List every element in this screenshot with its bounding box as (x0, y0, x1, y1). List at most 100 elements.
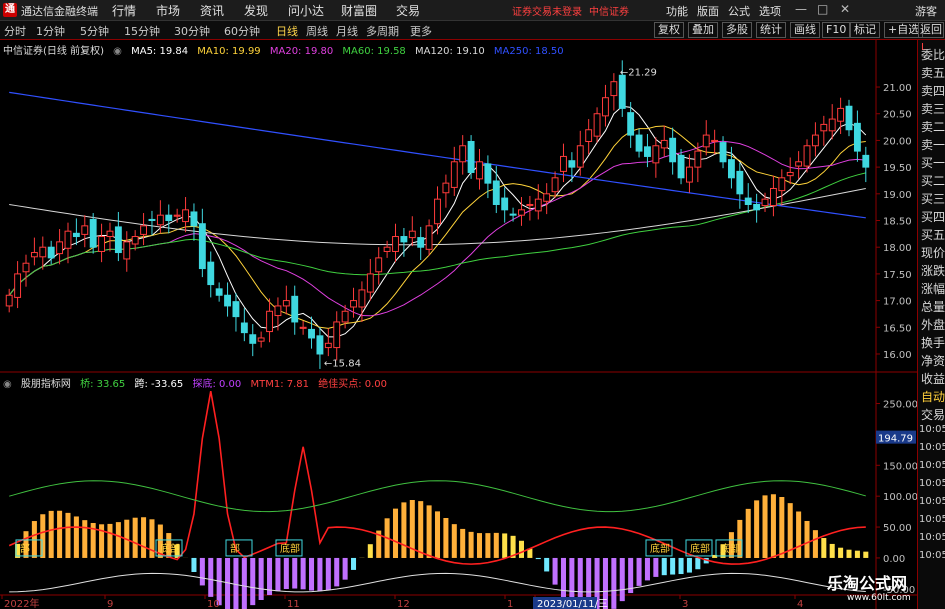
auto-toggle[interactable]: 自动 (921, 388, 945, 405)
kline-chart[interactable]: ←21.29 ←15.84 21.00 20.50 20.00 19.50 19.00 18… (0, 40, 917, 609)
tick-time: 10:05 (919, 532, 945, 543)
order-item-buy5: 买五 (921, 228, 945, 242)
candle-body (484, 163, 492, 184)
menu-item-xuanxiang[interactable]: 选项 (759, 3, 781, 19)
period-multi[interactable]: 多周期 (366, 23, 399, 39)
period-weekly[interactable]: 周线 (306, 23, 328, 39)
indicator-settings-icon[interactable]: ◉ (3, 379, 12, 390)
candle-body (249, 334, 257, 344)
order-item-sell1: 卖一 (921, 138, 945, 152)
indicator-legend: ◉ 股朋指标网 桥: 33.65 跨: -33.65 探底: 0.00 MTM1… (3, 375, 393, 390)
trade-tab[interactable]: 交易 (921, 406, 945, 423)
candle-body (316, 335, 324, 355)
candle-body (114, 226, 122, 254)
candle-body (190, 211, 198, 227)
broker-name[interactable]: 中信证券 (589, 3, 629, 18)
close-icon[interactable]: ✕ (840, 2, 850, 16)
minimize-icon[interactable]: — (795, 2, 807, 16)
x-tick-label: 12 (397, 599, 410, 609)
candle-body (257, 337, 265, 342)
period-1min[interactable]: 1分钟 (36, 23, 65, 39)
candle-body (753, 203, 761, 211)
period-5min[interactable]: 5分钟 (80, 23, 109, 39)
candle-body (408, 230, 416, 239)
signal-label: 部 (230, 542, 240, 555)
trade-login-warning[interactable]: 证券交易未登录 (512, 3, 582, 18)
candle-body (106, 230, 114, 238)
menu-item-banmian[interactable]: 版面 (697, 3, 719, 19)
ma250-label: MA250: 18.50 (493, 46, 564, 57)
period-30min[interactable]: 30分钟 (174, 23, 210, 39)
period-daily[interactable]: 日线 (276, 23, 298, 39)
candle-body (392, 236, 399, 252)
candle-body (467, 140, 475, 173)
order-item-buy4: 买四 (921, 210, 945, 224)
price-tick-label: 19.50 (883, 163, 912, 174)
candle-body (308, 328, 315, 339)
user-guest[interactable]: 游客 (915, 3, 937, 19)
menu-item-gongshi[interactable]: 公式 (728, 3, 750, 19)
menu-item-wenxiaoda[interactable]: 问小达 (288, 2, 324, 19)
ind-tick-label: 100.00 (883, 492, 917, 503)
ma120-label: MA120: 19.10 (414, 46, 485, 57)
mark-button[interactable]: 标记 (850, 22, 880, 38)
candle-body (182, 209, 189, 223)
candle-body (123, 241, 131, 260)
quote-volume: 总量 (921, 300, 945, 314)
period-60min[interactable]: 60分钟 (224, 23, 260, 39)
candle-body (350, 300, 357, 308)
period-more[interactable]: 更多 (410, 23, 432, 39)
fuquan-button[interactable]: 复权 (654, 22, 684, 38)
f10-button[interactable]: F10 (822, 22, 851, 38)
candle-body (81, 225, 89, 235)
candle-body (677, 154, 685, 179)
x-tick-label: 2022年 (4, 597, 39, 609)
candle-body (30, 252, 38, 258)
quote-turnover: 换手 (921, 336, 945, 350)
quote-side-panel: L 委比 卖五 卖四 卖三 卖二 卖一 买一 买二 买三 买四 买五 现价 涨跌… (917, 40, 945, 609)
tick-time: 10:05 (919, 442, 945, 453)
menu-item-gongneng[interactable]: 功能 (666, 3, 688, 19)
candle-body (719, 142, 727, 163)
x-tick-label: 4 (797, 599, 803, 609)
ma5-label: MA5: 19.84 (131, 46, 189, 57)
menu-item-faxian[interactable]: 发现 (244, 2, 268, 19)
maximize-icon[interactable]: □ (817, 2, 828, 16)
price-tick-label: 16.00 (883, 350, 912, 361)
price-tick-label: 17.50 (883, 270, 912, 281)
draw-line-button[interactable]: 画线 (790, 22, 820, 38)
period-monthly[interactable]: 月线 (336, 23, 358, 39)
candle-body (518, 209, 525, 216)
candle-body (299, 326, 307, 329)
menu-item-hangqing[interactable]: 行情 (112, 2, 136, 19)
candle-body (492, 180, 500, 205)
candle-body (5, 294, 13, 307)
app-title: 通达信金融终端 (21, 5, 98, 18)
candle-body (828, 118, 836, 132)
candle-body (543, 193, 551, 202)
multi-stock-button[interactable]: 多股 (722, 22, 752, 38)
app-logo-icon: 通 (3, 3, 17, 17)
candle-body (240, 322, 248, 334)
stats-button[interactable]: 统计 (756, 22, 786, 38)
candle-body (644, 146, 651, 157)
menu-item-zixun[interactable]: 资讯 (200, 2, 224, 19)
period-fenshi[interactable]: 分时 (4, 23, 26, 39)
order-item-buy3: 买三 (921, 192, 945, 206)
candle-body (56, 241, 64, 255)
menu-item-caifuquan[interactable]: 财富圈 (341, 2, 377, 19)
tick-time: 10:05 (919, 424, 945, 435)
overlay-button[interactable]: 叠加 (688, 22, 718, 38)
menu-item-shichang[interactable]: 市场 (156, 2, 180, 19)
tick-time: 10:05 (919, 478, 945, 489)
period-15min[interactable]: 15分钟 (124, 23, 160, 39)
back-button[interactable]: 返回 (918, 22, 944, 38)
quote-price: 现价 (921, 246, 945, 260)
qiao-line (9, 480, 866, 513)
candle-body (837, 107, 845, 122)
menu-item-jiaoyi[interactable]: 交易 (396, 2, 420, 19)
legend-settings-icon[interactable]: ◉ (113, 46, 122, 57)
candle-body (232, 301, 240, 318)
indicator-name: 股朋指标网 (20, 379, 71, 390)
candle-body (291, 295, 299, 323)
